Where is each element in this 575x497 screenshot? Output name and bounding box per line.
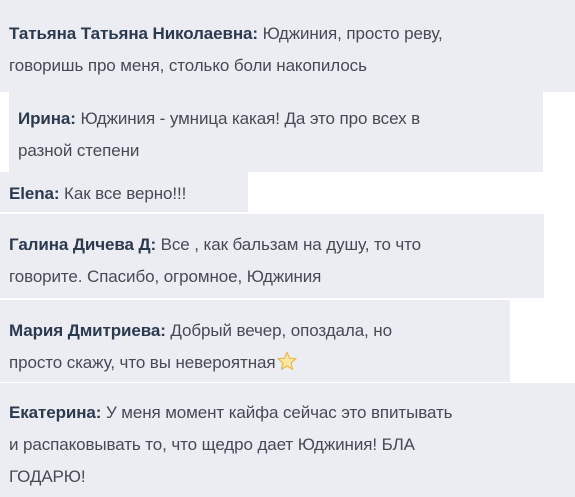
message-text-line: У меня момент кайфа сейчас это впитывать: [105, 403, 453, 422]
message-author: Elena:: [9, 184, 60, 203]
message-text-line: говоришь про меня, столько боли накопило…: [9, 56, 367, 75]
star-emoji-icon: [276, 350, 298, 382]
chat-message: Elena: Как все верно!!!: [0, 172, 248, 212]
chat-message: Галина Дичева Д: Все , как бальзам на ду…: [0, 214, 544, 298]
message-text-line: Добрый вечер, опоздала, но: [170, 321, 392, 340]
message-text-line: и распаковывать то, что щедро дает Юджин…: [9, 435, 415, 454]
message-text-line: просто скажу, что вы невероятная: [9, 353, 276, 372]
chat-message: Татьяна Татьяна Николаевна: Юджиния, про…: [0, 0, 575, 92]
message-text-line: говорите. Спасибо, огромное, Юджиния: [9, 267, 322, 286]
chat-message: Мария Дмитриева: Добрый вечер, опоздала,…: [0, 300, 510, 382]
message-author: Галина Дичева Д:: [9, 235, 157, 254]
message-text-line: ГОДАРЮ!: [9, 467, 86, 486]
message-text-line: разной степени: [18, 141, 140, 160]
message-author: Мария Дмитриева:: [9, 321, 166, 340]
message-author: Ирина:: [18, 109, 76, 128]
chat-message: Ирина: Юджиния - умница какая! Да это пр…: [9, 92, 543, 172]
message-text-line: Как все верно!!!: [64, 184, 187, 203]
chat-message-list: Татьяна Татьяна Николаевна: Юджиния, про…: [0, 0, 575, 497]
message-text-line: Юджиния, просто реву,: [262, 24, 443, 43]
message-author: Татьяна Татьяна Николаевна:: [9, 24, 258, 43]
message-text-line: Все , как бальзам на душу, то что: [160, 235, 422, 254]
message-author: Екатерина:: [9, 403, 102, 422]
message-text-line: Юджиния - умница какая! Да это про всех …: [80, 109, 421, 128]
chat-message: Екатерина: У меня момент кайфа сейчас эт…: [0, 383, 575, 497]
